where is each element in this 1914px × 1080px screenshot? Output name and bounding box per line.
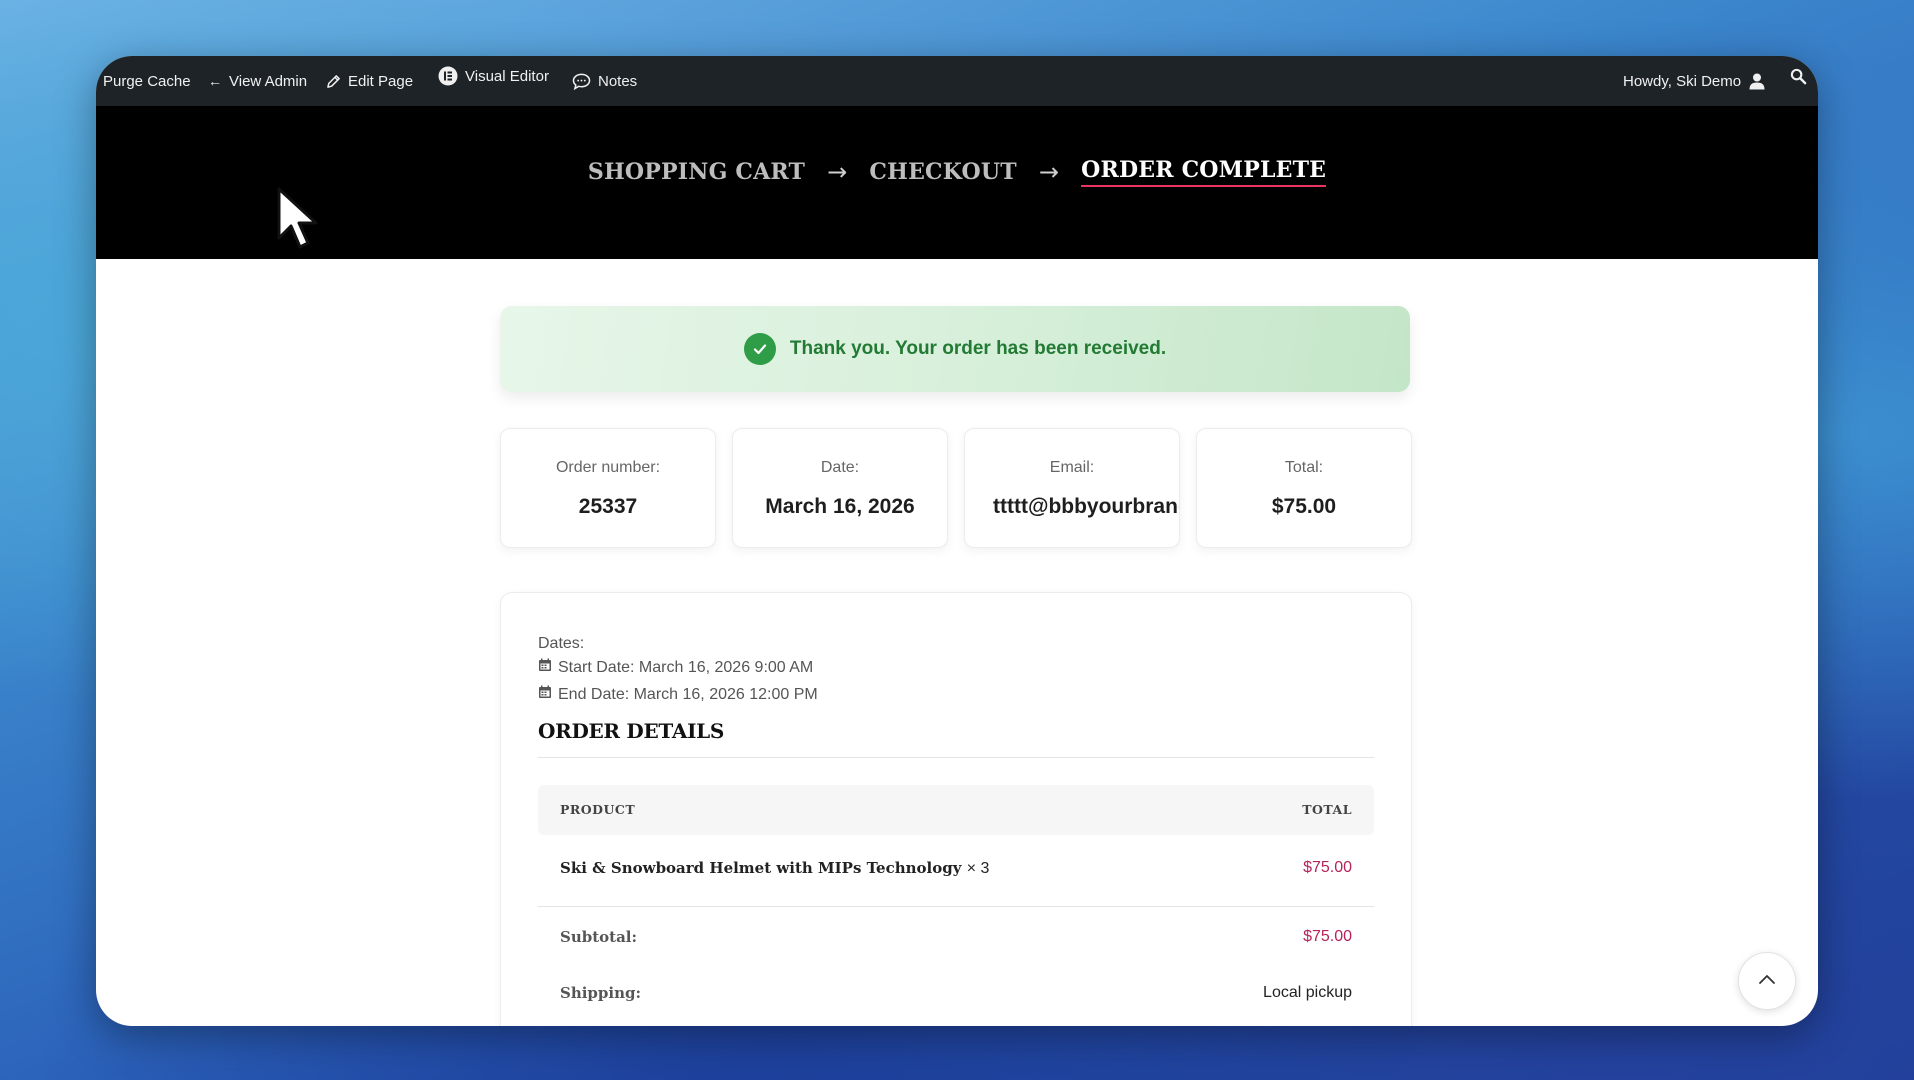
step-arrow-icon: → [827,157,848,186]
view-admin-label: View Admin [229,72,308,90]
browser-window: Purge Cache ← View Admin Edit Page Visua… [96,56,1818,1026]
step-arrow-icon: → [1038,157,1060,186]
speech-bubble-icon [572,73,591,90]
order-email-label: Email: [1049,459,1095,476]
order-email-card: Email: ttttt@bbbyourbrandb [964,428,1180,548]
notes-label: Notes [598,72,638,90]
shipping-value: Local pickup [1263,984,1352,1001]
mouse-pointer-icon [276,186,322,257]
user-icon [1748,72,1766,90]
order-number-card: Order number: 25337 [500,428,716,548]
dates-label: Dates: [538,635,585,652]
notes-link[interactable]: Notes [572,56,637,106]
checkmark-icon [743,333,776,365]
calendar-icon [538,658,552,677]
order-details-panel: Dates: Start Date: March 16, 2026 9:00 A… [500,592,1412,1026]
search-button[interactable] [1790,56,1807,101]
edit-page-label: Edit Page [348,72,414,90]
shipping-row: Shipping: Local pickup [538,984,1374,1008]
subtotal-label: Subtotal: [560,928,638,946]
order-details-title: ORDER DETAILS [538,719,725,743]
start-date-line: Start Date: March 16, 2026 9:00 AM [538,658,813,677]
product-line-total: $75.00 [1303,859,1352,876]
howdy-label: Howdy, Ski Demo [1623,72,1742,90]
end-date-text: End Date: March 16, 2026 12:00 PM [558,685,818,703]
product-quantity: × 3 [966,860,990,877]
order-summary-cards: Order number: 25337 Date: March 16, 2026… [500,428,1412,548]
purge-cache-label: Purge Cache [103,72,191,90]
end-date-line: End Date: March 16, 2026 12:00 PM [538,685,818,704]
subtotal-value: $75.00 [1303,928,1352,945]
shipping-label: Shipping: [560,984,642,1002]
visual-editor-link[interactable]: Visual Editor [438,56,549,101]
divider [538,757,1374,758]
arrow-left-icon: ← [208,73,222,89]
notice-message: Thank you. Your order has been received. [789,338,1167,359]
step-checkout[interactable]: CHECKOUT [869,159,1016,185]
chevron-up-icon [1758,972,1776,990]
order-number-label: Order number: [555,459,661,476]
calendar-icon [538,685,552,704]
product-name-link[interactable]: Ski & Snowboard Helmet with MIPs Technol… [560,859,989,878]
search-icon [1790,68,1807,85]
subtotal-row: Subtotal: $75.00 [538,928,1374,952]
purge-cache-button[interactable]: Purge Cache [103,56,191,106]
order-total-value: $75.00 [1271,495,1337,518]
step-order-complete: ORDER COMPLETE [1081,157,1327,187]
step-shopping-cart[interactable]: SHOPPING CART [588,159,805,185]
edit-page-link[interactable]: Edit Page [326,56,413,106]
column-total: TOTAL [1302,802,1352,817]
order-table-header: PRODUCT TOTAL [538,785,1374,835]
pencil-icon [326,74,341,89]
checkout-steps: SHOPPING CART → CHECKOUT → ORDER COMPLET… [96,106,1818,259]
table-row: Ski & Snowboard Helmet with MIPs Technol… [538,859,1374,883]
order-email-value: ttttt@bbbyourbrandb [993,495,1179,518]
howdy-account-menu[interactable]: Howdy, Ski Demo [1623,56,1766,106]
admin-bar: Purge Cache ← View Admin Edit Page Visua… [96,56,1818,106]
column-product: PRODUCT [560,802,636,817]
view-admin-link[interactable]: ← View Admin [208,56,307,106]
order-received-notice: Thank you. Your order has been received. [500,306,1410,392]
order-total-card: Total: $75.00 [1196,428,1412,548]
order-date-value: March 16, 2026 [765,495,915,518]
checkout-progress-hero: SHOPPING CART → CHECKOUT → ORDER COMPLET… [96,106,1818,259]
back-to-top-button[interactable] [1738,952,1796,1010]
order-number-value: 25337 [578,495,638,518]
order-date-card: Date: March 16, 2026 [732,428,948,548]
order-date-label: Date: [820,459,860,476]
visual-editor-label: Visual Editor [465,67,549,85]
row-divider [538,906,1374,907]
start-date-text: Start Date: March 16, 2026 9:00 AM [558,658,814,676]
elementor-icon [438,66,458,86]
order-total-label: Total: [1284,459,1324,476]
